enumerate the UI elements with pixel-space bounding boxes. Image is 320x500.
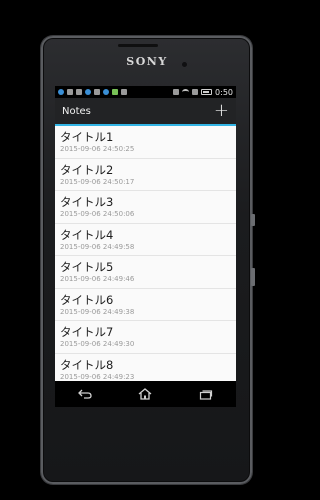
note-date: 2015-09-06 24:50:25 [60,145,135,153]
note-date: 2015-09-06 24:49:38 [60,307,135,316]
back-button[interactable] [72,384,98,404]
note-date: 2015-09-06 24:49:58 [60,242,135,251]
note-date: 2015-09-06 24:49:46 [60,275,135,283]
note-item[interactable]: タイトル5 2015-09-06 24:49:46 [55,256,236,289]
recents-icon [199,389,212,400]
note-item[interactable]: タイトル4 2015-09-06 24:49:58 [55,224,236,256]
earpiece-speaker [118,44,158,47]
action-bar: Notes + [55,98,236,126]
note-item[interactable]: タイトル7 2015-09-06 24:49:30 [55,321,236,354]
app-title: Notes [62,105,91,117]
note-item[interactable]: タイトル6 2015-09-06 24:49:38 [55,289,236,321]
notification-icon [58,89,64,95]
battery-icon [201,89,213,95]
notification-icon [76,89,82,95]
power-button [251,214,255,226]
note-title: タイトル4 [60,227,114,242]
navigation-bar [55,381,236,407]
note-date: 2015-09-06 24:50:17 [60,177,135,186]
system-icons: 0:50 [173,88,233,97]
note-item[interactable]: タイトル2 2015-09-06 24:50:17 [55,159,236,191]
signal-icon [192,89,199,95]
note-title: タイトル3 [60,195,114,209]
note-item[interactable]: タイトル1 2015-09-06 24:50:25 [55,126,236,159]
notification-icon [94,89,100,95]
volume-button [251,268,255,286]
notification-icon [85,89,91,95]
android-icon [112,89,118,95]
status-bar: 0:50 [55,86,236,98]
vibrate-icon [173,89,180,95]
note-title: タイトル8 [60,357,114,372]
note-title: タイトル7 [60,325,114,339]
brand-logo: SONY [126,55,168,68]
note-date: 2015-09-06 24:49:30 [60,340,135,348]
screen: 0:50 Notes + タイトル1 2015-09-06 24:50:25 タ… [55,86,236,405]
note-date: 2015-09-06 24:50:06 [60,210,135,218]
note-title: タイトル5 [60,260,114,274]
note-item[interactable]: タイトル3 2015-09-06 24:50:06 [55,191,236,224]
wifi-icon [182,89,190,95]
notes-list: タイトル1 2015-09-06 24:50:25 タイトル2 2015-09-… [55,126,236,386]
add-note-button[interactable]: + [214,102,229,120]
status-clock: 0:50 [215,87,233,97]
home-icon [139,388,152,400]
notification-icon [67,89,73,95]
note-title: タイトル6 [60,292,114,307]
front-camera [181,61,188,68]
notification-icon [103,89,109,95]
recents-button[interactable] [193,384,219,404]
home-button[interactable] [132,384,158,404]
note-title: タイトル1 [60,130,114,144]
notification-icon [121,89,127,95]
back-icon [78,389,92,399]
note-title: タイトル2 [60,162,114,177]
notification-icons [58,89,127,95]
